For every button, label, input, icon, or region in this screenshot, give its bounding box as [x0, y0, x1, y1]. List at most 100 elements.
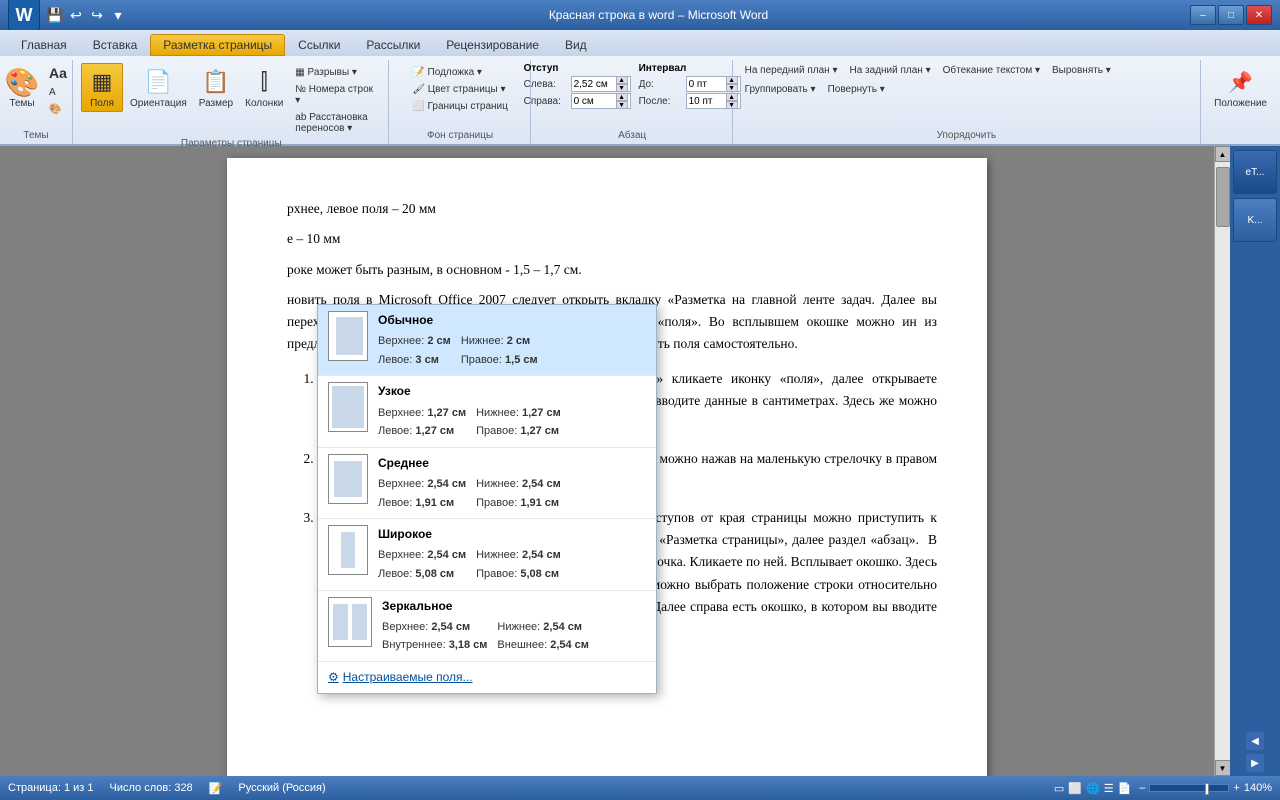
- margin-wide-item[interactable]: Широкое Верхнее: 2,54 см Левое: 5,08 см …: [318, 519, 656, 590]
- paragraph-content: Отступ Слева: 2,52 см ▲▼ Справа: 0 см ▲▼: [524, 63, 741, 128]
- tab-review[interactable]: Рецензирование: [433, 34, 552, 56]
- zoom-level: 140%: [1244, 782, 1272, 794]
- view-web-icon[interactable]: 🌐: [1086, 782, 1100, 795]
- text-wrap-button[interactable]: Обтекание текстом ▾: [939, 63, 1044, 78]
- margin-normal-name: Обычное: [378, 311, 646, 330]
- line-numbers-dropdown[interactable]: № Номера строк ▾: [291, 82, 381, 108]
- size-icon: 📋: [200, 66, 232, 98]
- view-outline-icon[interactable]: ☰: [1104, 782, 1114, 795]
- indent-right-field: Справа: 0 см ▲▼: [524, 93, 631, 109]
- margin-normal-item[interactable]: Обычное Верхнее: 2 см Левое: 3 см Нижнее…: [318, 305, 656, 376]
- indent-left-field: Слева: 2,52 см ▲▼: [524, 76, 631, 92]
- orientation-button[interactable]: 📄 Ориентация: [125, 63, 192, 112]
- main-area: Обычное Верхнее: 2 см Левое: 3 см Нижнее…: [0, 146, 1280, 776]
- view-normal-icon[interactable]: ▭: [1054, 782, 1064, 795]
- indent-label: Отступ: [524, 63, 631, 74]
- tab-page-layout[interactable]: Разметка страницы: [150, 34, 285, 56]
- fields-button[interactable]: ▦ Поля: [81, 63, 123, 112]
- tab-home[interactable]: Главная: [8, 34, 80, 56]
- scroll-thumb[interactable]: [1216, 167, 1230, 227]
- document-page: Обычное Верхнее: 2 см Левое: 3 см Нижнее…: [227, 158, 987, 776]
- theme-fonts-button[interactable]: A: [45, 85, 71, 100]
- spacing-after-input[interactable]: 10 пт ▲▼: [686, 93, 741, 109]
- themes-group-label: Темы: [23, 130, 48, 141]
- zoom-in-button[interactable]: +: [1233, 782, 1239, 794]
- tab-mailings[interactable]: Рассылки: [353, 34, 433, 56]
- document-wrapper: Обычное Верхнее: 2 см Левое: 3 см Нижнее…: [0, 146, 1230, 776]
- maximize-button[interactable]: □: [1218, 5, 1244, 25]
- view-draft-icon[interactable]: 📄: [1118, 782, 1132, 795]
- columns-button[interactable]: ⫿ Колонки: [240, 63, 288, 112]
- undo-qa-button[interactable]: ↩: [67, 6, 85, 24]
- vertical-scrollbar[interactable]: ▲ ▼: [1214, 146, 1230, 776]
- title-bar-left: W 💾 ↩ ↪ ▾: [8, 0, 127, 31]
- sidebar-item-2[interactable]: K...: [1233, 198, 1277, 242]
- right-sidebar: eT... K... ◀ ▶: [1230, 146, 1280, 776]
- themes-button[interactable]: 🎨 Темы: [1, 63, 43, 112]
- indent-right-input[interactable]: 0 см ▲▼: [571, 93, 631, 109]
- zoom-thumb[interactable]: [1205, 783, 1209, 795]
- scroll-down-button[interactable]: ▼: [1215, 760, 1231, 776]
- margin-narrow-preview: [328, 382, 368, 432]
- spacing-before-field: До: 0 пт ▲▼: [639, 76, 741, 92]
- margin-narrow-detail: Верхнее: 1,27 см Левое: 1,27 см Нижнее: …: [378, 405, 646, 441]
- doc-para-2: е – 10 мм: [287, 228, 937, 250]
- theme-aa-button[interactable]: Aa: [45, 63, 71, 83]
- page-info: Страница: 1 из 1: [8, 782, 94, 794]
- align-button[interactable]: Выровнять ▾: [1048, 63, 1115, 78]
- margin-moderate-item[interactable]: Среднее Верхнее: 2,54 см Левое: 1,91 см …: [318, 448, 656, 519]
- page-background-label: Фон страницы: [427, 130, 493, 141]
- margin-moderate-preview: [328, 454, 368, 504]
- size-button[interactable]: 📋 Размер: [194, 63, 238, 112]
- minimize-button[interactable]: –: [1190, 5, 1216, 25]
- scroll-track[interactable]: [1215, 162, 1230, 760]
- hyphenation-dropdown[interactable]: ab Расстановка переносов ▾: [291, 110, 381, 136]
- doc-para-1: рхнее, левое поля – 20 мм: [287, 198, 937, 220]
- margin-normal-preview: [328, 311, 368, 361]
- margin-normal-detail: Верхнее: 2 см Левое: 3 см Нижнее: 2 см П…: [378, 333, 646, 369]
- sidebar-collapse-right[interactable]: ▶: [1246, 754, 1264, 772]
- page-color-dropdown[interactable]: 🖌 Цвет страницы ▾: [408, 82, 509, 97]
- view-reader-icon[interactable]: ⬜: [1068, 782, 1082, 795]
- theme-colors-button[interactable]: 🎨: [45, 102, 71, 117]
- tab-insert[interactable]: Вставка: [80, 34, 151, 56]
- indent-left-input[interactable]: 2,52 см ▲▼: [571, 76, 631, 92]
- sidebar-item-1[interactable]: eT...: [1233, 150, 1277, 194]
- tab-view[interactable]: Вид: [552, 34, 600, 56]
- themes-group-content: 🎨 Темы Aa A 🎨: [1, 63, 71, 128]
- bring-front-button[interactable]: На передний план ▾: [741, 63, 842, 78]
- scroll-up-button[interactable]: ▲: [1215, 146, 1231, 162]
- rotate-button[interactable]: Повернуть ▾: [824, 82, 889, 97]
- tab-references[interactable]: Ссылки: [285, 34, 353, 56]
- qa-dropdown-button[interactable]: ▾: [109, 6, 127, 24]
- window-title: Красная строка в word – Microsoft Word: [127, 8, 1190, 22]
- zoom-out-button[interactable]: –: [1139, 782, 1145, 794]
- group-button[interactable]: Группировать ▾: [741, 82, 820, 97]
- sidebar-collapse-left[interactable]: ◀: [1246, 732, 1264, 750]
- redo-qa-button[interactable]: ↪: [88, 6, 106, 24]
- fields-dropdown-menu: Обычное Верхнее: 2 см Левое: 3 см Нижнее…: [317, 304, 657, 694]
- indent-right-up[interactable]: ▲: [616, 93, 628, 101]
- position-button[interactable]: 📌 Положение: [1209, 63, 1272, 112]
- margin-narrow-item[interactable]: Узкое Верхнее: 1,27 см Левое: 1,27 см Ни…: [318, 376, 656, 447]
- margin-mirrored-detail: Верхнее: 2,54 см Внутреннее: 3,18 см Ниж…: [382, 619, 646, 655]
- page-borders-button[interactable]: ⬜ Границы страниц: [408, 99, 512, 114]
- zoom-slider[interactable]: [1149, 784, 1229, 792]
- close-button[interactable]: ✕: [1246, 5, 1272, 25]
- indent-left-down[interactable]: ▼: [616, 84, 628, 92]
- watermark-dropdown[interactable]: 📝 Подложка ▾: [408, 65, 486, 80]
- custom-margins-link[interactable]: ⚙ Настраиваемые поля...: [318, 662, 656, 693]
- status-bar: Страница: 1 из 1 Число слов: 328 📝 Русск…: [0, 776, 1280, 800]
- columns-icon: ⫿: [248, 66, 280, 98]
- margin-mirrored-item[interactable]: Зеркальное Верхнее: 2,54 см Внутреннее: …: [318, 591, 656, 662]
- spacing-before-input[interactable]: 0 пт ▲▼: [686, 76, 741, 92]
- save-qa-button[interactable]: 💾: [46, 6, 64, 24]
- indent-right-down[interactable]: ▼: [616, 101, 628, 109]
- page-setup-group: ▦ Поля 📄 Ориентация 📋 Размер ⫿ Колонки: [75, 60, 389, 144]
- document-scroll-area[interactable]: Обычное Верхнее: 2 см Левое: 3 см Нижнее…: [0, 146, 1214, 776]
- breaks-dropdown[interactable]: ▦ Разрывы ▾: [291, 65, 381, 80]
- fields-icon: ▦: [86, 66, 118, 98]
- send-back-button[interactable]: На задний план ▾: [845, 63, 934, 78]
- indent-left-up[interactable]: ▲: [616, 76, 628, 84]
- margin-narrow-name: Узкое: [378, 382, 646, 401]
